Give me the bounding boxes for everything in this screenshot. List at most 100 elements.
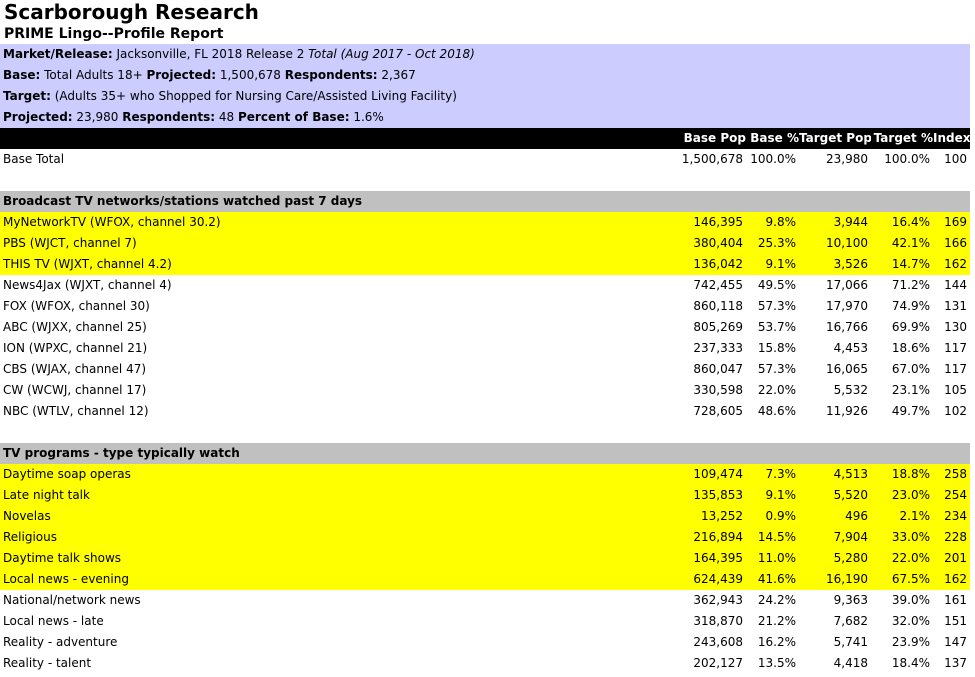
column-header-target-pop: Target Pop: [799, 128, 871, 149]
spacer-row: [0, 170, 970, 191]
row-base-pop: 380,404: [672, 233, 746, 254]
row-index: 117: [944, 341, 967, 355]
row-target-pct: 69.9%: [891, 320, 930, 334]
column-header-target-pct: Target %: [871, 128, 933, 149]
row-target-pct: 49.7%: [891, 404, 930, 418]
row-base-pct: 16.2%: [757, 635, 796, 649]
row-base-pct: 0.9%: [746, 506, 799, 527]
base-total-base-pop: 1,500,678: [681, 152, 743, 166]
row-label: News4Jax (WJXT, channel 4): [3, 278, 172, 292]
row-target-pop: 5,520: [799, 485, 871, 506]
section-title: TV programs - type typically watch: [0, 443, 970, 464]
row-base-pop: 318,870: [693, 614, 743, 628]
row-base-pct: 7.3%: [746, 464, 799, 485]
market-line: Market/Release: Jacksonville, FL 2018 Re…: [0, 44, 970, 65]
row-base-pct: 57.3%: [757, 362, 796, 376]
table-row: CW (WCWJ, channel 17) 330,598 22.0% 5,532 23…: [0, 380, 970, 401]
row-index: 102: [944, 404, 967, 418]
report-subtitle: PRIME Lingo--Profile Report: [4, 26, 224, 42]
row-label: Late night talk: [0, 485, 672, 506]
row-base-pct: 21.2%: [757, 614, 796, 628]
row-label: Daytime talk shows: [0, 548, 672, 569]
market-label: Market/Release:: [3, 47, 113, 61]
table-row: CBS (WJAX, channel 47) 860,047 57.3% 16,065…: [0, 359, 970, 380]
projected-value: 1,500,678: [216, 68, 285, 82]
report-title: Scarborough Research: [4, 0, 259, 24]
row-base-pop: 362,943: [693, 593, 743, 607]
row-base-pop: 109,474: [672, 464, 746, 485]
row-target-pct: 18.8%: [871, 464, 933, 485]
table-row: Reality - adventure 243,608 16.2% 5,741 23.9…: [0, 632, 970, 653]
row-index: 131: [944, 299, 967, 313]
row-index: 147: [944, 635, 967, 649]
row-base-pct: 48.6%: [757, 404, 796, 418]
row-label: CBS (WJAX, channel 47): [3, 362, 147, 376]
row-base-pct: 22.0%: [757, 383, 796, 397]
row-target-pct: 23.9%: [891, 635, 930, 649]
row-target-pct: 39.0%: [891, 593, 930, 607]
projected-label: Projected:: [146, 68, 217, 82]
row-base-pop: 624,439: [672, 569, 746, 590]
row-base-pop: 164,395: [672, 548, 746, 569]
row-target-pop: 4,453: [833, 341, 868, 355]
target-stats-line: Projected: 23,980 Respondents: 48 Percen…: [0, 107, 970, 128]
row-target-pct: 22.0%: [871, 548, 933, 569]
column-header-index: Index: [933, 128, 970, 149]
row-target-pop: 3,944: [799, 212, 871, 233]
row-target-pop: 4,513: [799, 464, 871, 485]
row-index: 151: [944, 614, 967, 628]
row-target-pop: 7,682: [833, 614, 868, 628]
market-value: Jacksonville, FL 2018 Release 2: [112, 47, 309, 61]
row-target-pct: 2.1%: [871, 506, 933, 527]
table-row: MyNetworkTV (WFOX, channel 30.2) 146,395 9…: [0, 212, 970, 233]
column-header-row: Base Pop Base % Target Pop Target % Inde…: [0, 128, 970, 149]
row-base-pct: 15.8%: [757, 341, 796, 355]
row-target-pop: 17,066: [826, 278, 868, 292]
row-target-pct: 67.5%: [871, 569, 933, 590]
row-target-pop: 11,926: [826, 404, 868, 418]
table-row: Local news - late 318,870 21.2% 7,682 32.0% 1…: [0, 611, 970, 632]
table-row: THIS TV (WJXT, channel 4.2) 136,042 9.1% 3,…: [0, 254, 970, 275]
row-target-pct: 18.6%: [891, 341, 930, 355]
row-target-pop: 16,065: [826, 362, 868, 376]
row-base-pop: 13,252: [672, 506, 746, 527]
row-base-pop: 216,894: [672, 527, 746, 548]
row-target-pop: 3,526: [799, 254, 871, 275]
row-label: Reality - talent: [3, 656, 92, 670]
row-index: 144: [944, 278, 967, 292]
row-base-pct: 41.6%: [746, 569, 799, 590]
base-total-target-pop: 23,980: [826, 152, 868, 166]
row-target-pop: 496: [799, 506, 871, 527]
row-target-pct: 67.0%: [891, 362, 930, 376]
row-index: 228: [933, 527, 970, 548]
section-header-row: TV programs - type typically watch: [0, 443, 970, 464]
table-row: Religious 216,894 14.5% 7,904 33.0% 228: [0, 527, 970, 548]
row-label: NBC (WTLV, channel 12): [3, 404, 149, 418]
report-info-box: Market/Release: Jacksonville, FL 2018 Re…: [0, 44, 970, 128]
base-total-base-pct: 100.0%: [750, 152, 796, 166]
row-target-pop: 5,280: [799, 548, 871, 569]
row-index: 117: [944, 362, 967, 376]
base-value: Total Adults 18+: [40, 68, 147, 82]
row-base-pct: 9.8%: [746, 212, 799, 233]
row-label: FOX (WFOX, channel 30): [3, 299, 150, 313]
section-title: Broadcast TV networks/stations watched p…: [0, 191, 970, 212]
row-index: 137: [944, 656, 967, 670]
row-label: CW (WCWJ, channel 17): [3, 383, 147, 397]
row-base-pop: 202,127: [693, 656, 743, 670]
row-target-pct: 16.4%: [871, 212, 933, 233]
target-value: (Adults 35+ who Shopped for Nursing Care…: [50, 89, 457, 103]
row-target-pct: 42.1%: [871, 233, 933, 254]
row-base-pct: 53.7%: [757, 320, 796, 334]
table-row: ABC (WJXX, channel 25) 805,269 53.7% 16,766…: [0, 317, 970, 338]
market-period: Total (Aug 2017 - Oct 2018): [308, 47, 475, 61]
row-base-pop: 860,118: [693, 299, 743, 313]
row-target-pct: 14.7%: [871, 254, 933, 275]
row-target-pop: 16,766: [826, 320, 868, 334]
row-index: 105: [944, 383, 967, 397]
base-total-row: Base Total 1,500,678 100.0% 23,980 100.0…: [0, 149, 970, 170]
row-label: ION (WPXC, channel 21): [3, 341, 148, 355]
spacer-cell: [0, 170, 970, 191]
row-target-pct: 18.4%: [891, 656, 930, 670]
row-base-pct: 57.3%: [757, 299, 796, 313]
